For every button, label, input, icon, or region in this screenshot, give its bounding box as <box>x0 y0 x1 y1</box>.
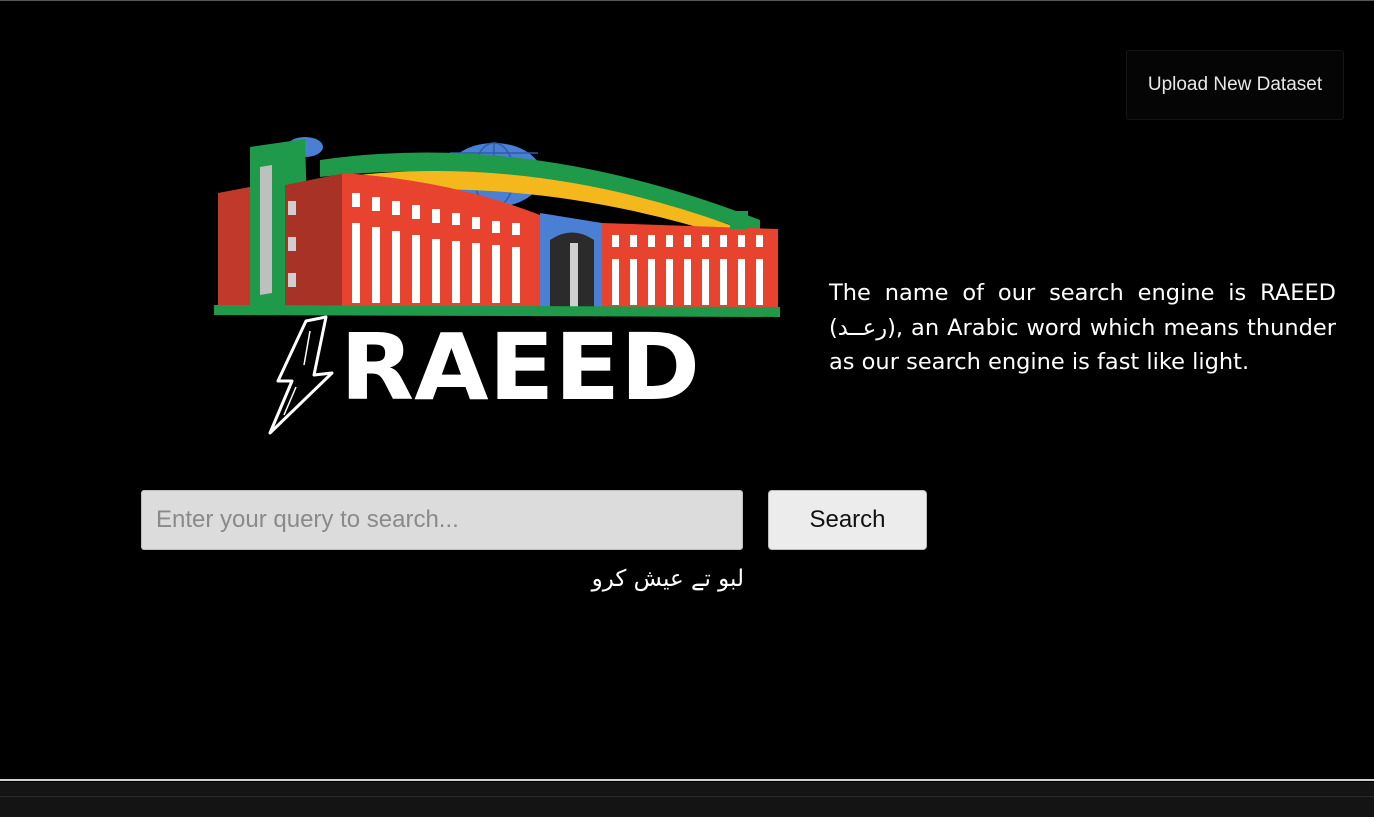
taskbar <box>0 782 1374 817</box>
main-page: Upload New Dataset RAEED The name of our… <box>0 0 1374 780</box>
engine-description: The name of our search engine is RAEED (… <box>829 280 1336 375</box>
urdu-tagline: لبو تے عیش کرو <box>591 566 744 592</box>
search-input[interactable] <box>141 490 743 550</box>
logo-text: RAEED <box>340 314 700 421</box>
page-bottom-divider <box>0 779 1374 781</box>
raeed-logo: RAEED <box>214 137 780 435</box>
search-button[interactable]: Search <box>768 490 927 550</box>
upload-dataset-button[interactable]: Upload New Dataset <box>1126 50 1344 120</box>
building-icon <box>214 137 780 317</box>
window-top-border <box>0 0 1374 1</box>
taskbar-divider <box>0 796 1374 797</box>
lightning-bolt-icon <box>268 315 334 435</box>
